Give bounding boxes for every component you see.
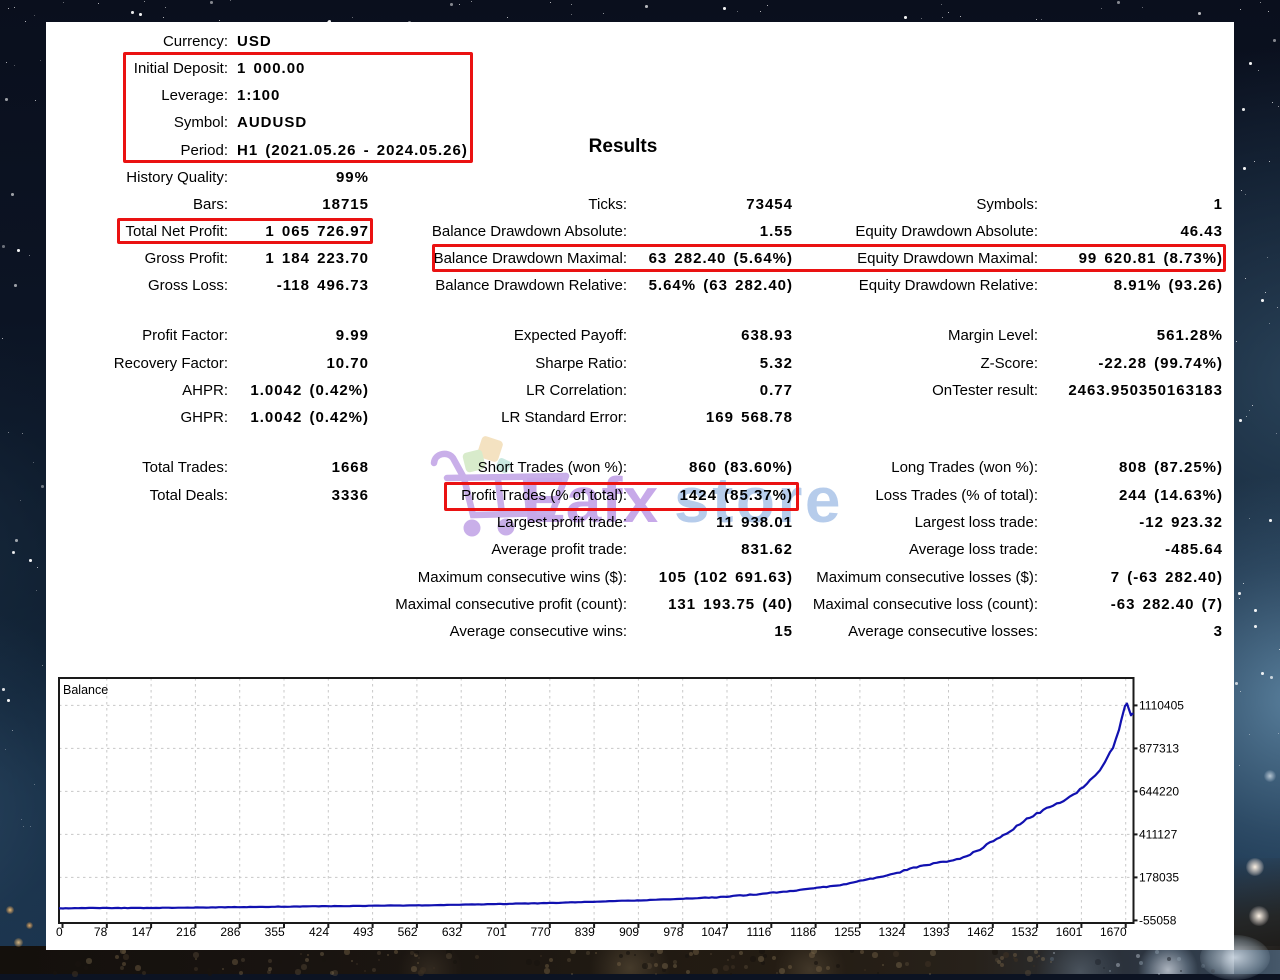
svg-text:78: 78 xyxy=(94,925,108,939)
svg-text:909: 909 xyxy=(619,925,639,939)
svg-text:1601: 1601 xyxy=(1056,925,1083,939)
svg-text:355: 355 xyxy=(265,925,285,939)
svg-text:424: 424 xyxy=(309,925,329,939)
svg-text:147: 147 xyxy=(132,925,152,939)
svg-text:632: 632 xyxy=(442,925,462,939)
svg-text:1670: 1670 xyxy=(1100,925,1127,939)
svg-text:216: 216 xyxy=(176,925,196,939)
svg-text:1116: 1116 xyxy=(746,925,771,939)
svg-text:839: 839 xyxy=(575,925,595,939)
svg-text:978: 978 xyxy=(663,925,683,939)
svg-text:1324: 1324 xyxy=(878,925,905,939)
svg-text:-55058: -55058 xyxy=(1139,913,1177,927)
svg-text:286: 286 xyxy=(220,925,240,939)
svg-text:644220: 644220 xyxy=(1139,784,1179,798)
svg-text:0: 0 xyxy=(56,925,63,939)
svg-text:1255: 1255 xyxy=(834,925,861,939)
svg-text:411127: 411127 xyxy=(1139,827,1178,841)
svg-text:1186: 1186 xyxy=(790,925,816,939)
svg-text:Balance: Balance xyxy=(63,683,108,697)
svg-text:178035: 178035 xyxy=(1139,870,1179,884)
svg-text:1532: 1532 xyxy=(1011,925,1038,939)
svg-text:493: 493 xyxy=(353,925,373,939)
svg-text:1462: 1462 xyxy=(967,925,994,939)
svg-text:1110405: 1110405 xyxy=(1139,698,1184,712)
svg-text:877313: 877313 xyxy=(1139,741,1179,755)
svg-text:701: 701 xyxy=(486,925,506,939)
svg-text:770: 770 xyxy=(530,925,550,939)
svg-text:1047: 1047 xyxy=(701,925,728,939)
svg-text:562: 562 xyxy=(398,925,418,939)
svg-text:1393: 1393 xyxy=(923,925,950,939)
